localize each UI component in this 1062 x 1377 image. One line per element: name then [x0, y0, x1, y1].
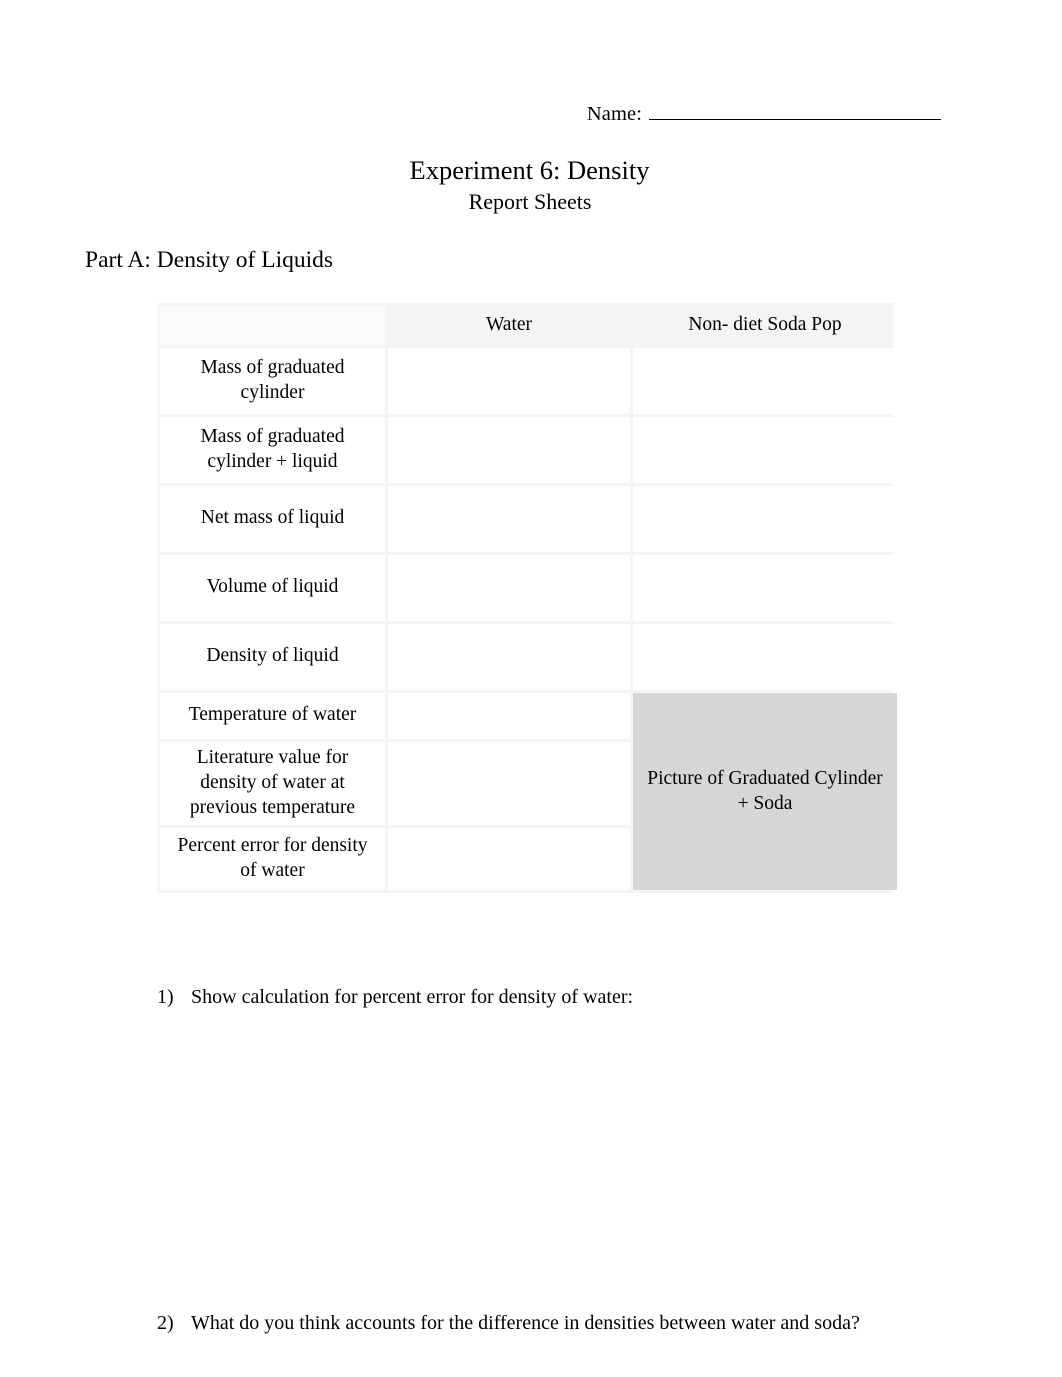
column-header-soda: Non- diet Soda Pop [688, 314, 842, 335]
question-number-2: 2) [157, 1312, 174, 1334]
row-label-net-mass: Net mass of liquid [160, 485, 385, 552]
question-text-2: What do you think accounts for the diffe… [191, 1312, 860, 1334]
cell-soda-mass-cylinder-liquid[interactable] [633, 416, 897, 483]
picture-placeholder-cell: Picture of Graduated Cylinder + Soda [633, 692, 897, 890]
question-item-1: 1) Show calculation for percent error fo… [157, 984, 977, 1010]
cell-soda-volume[interactable] [633, 554, 897, 621]
cell-water-volume[interactable] [388, 554, 630, 621]
cell-water-temperature[interactable] [388, 692, 630, 739]
page-title: Experiment 6: Density [409, 155, 650, 185]
cell-soda-net-mass[interactable] [633, 485, 897, 552]
row-label-percent-error: Percent error for density of water [160, 827, 385, 890]
row-label-literature-value: Literature value for density of water at… [160, 741, 385, 825]
cell-water-mass-cylinder[interactable] [388, 347, 630, 414]
name-label: Name: [586, 103, 642, 125]
row-label-mass-cylinder-liquid: Mass of graduated cylinder + liquid [160, 416, 385, 483]
cell-water-mass-cylinder-liquid[interactable] [388, 416, 630, 483]
row-label-density: Density of liquid [160, 623, 385, 690]
row-label-mass-cylinder: Mass of graduated cylinder [160, 347, 385, 414]
section-heading-part-a: Part A: Density of Liquids [85, 247, 334, 273]
table-row: Net mass of liquid [160, 485, 897, 552]
column-header-water: Water [485, 314, 533, 335]
cell-water-net-mass[interactable] [388, 485, 630, 552]
table-row: Mass of graduated cylinder + liquid [160, 416, 897, 483]
density-table-container: Water Non- diet Soda Pop Mass of graduat… [157, 303, 897, 893]
density-data-table: Water Non- diet Soda Pop Mass of graduat… [157, 303, 900, 893]
question-number-1: 1) [157, 986, 174, 1008]
cell-soda-density[interactable] [633, 623, 897, 690]
page-subtitle: Report Sheets [468, 189, 592, 214]
name-field-row: Name: [0, 102, 941, 126]
row-label-volume: Volume of liquid [160, 554, 385, 621]
cell-soda-mass-cylinder[interactable] [633, 347, 897, 414]
row-label-temperature: Temperature of water [160, 692, 385, 739]
table-row: Mass of graduated cylinder [160, 347, 897, 414]
cell-water-percent-error[interactable] [388, 827, 630, 890]
question-item-2: 2) What do you think accounts for the di… [157, 1310, 1017, 1336]
table-row: Volume of liquid [160, 554, 897, 621]
name-input-blank[interactable] [649, 102, 941, 120]
column-header-blank [160, 306, 385, 345]
table-row: Density of liquid [160, 623, 897, 690]
cell-water-literature-value[interactable] [388, 741, 630, 825]
cell-water-density[interactable] [388, 623, 630, 690]
question-text-1: Show calculation for percent error for d… [191, 986, 634, 1008]
table-header-row: Water Non- diet Soda Pop [160, 306, 897, 345]
table-row: Temperature of water Picture of Graduate… [160, 692, 897, 890]
